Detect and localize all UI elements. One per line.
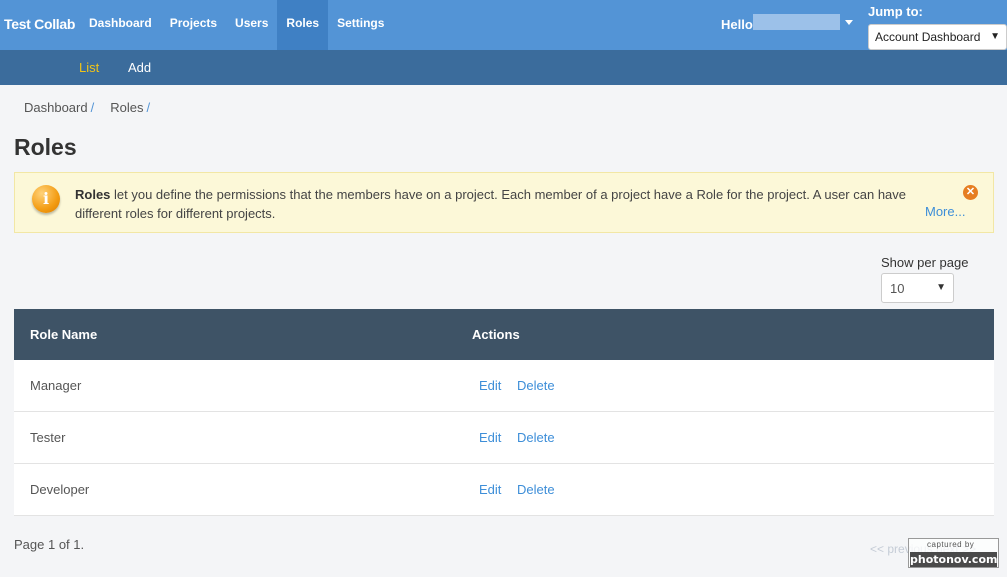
- breadcrumb-separator: /: [146, 100, 151, 115]
- table-row: Tester Edit Delete: [14, 412, 994, 464]
- nav-settings[interactable]: Settings: [328, 0, 393, 50]
- per-page-value: 10: [890, 281, 905, 296]
- jump-to-selected-value: Account Dashboard: [875, 30, 981, 44]
- subnav-add[interactable]: Add: [128, 60, 151, 75]
- role-name-cell: Developer: [30, 482, 90, 497]
- select-arrow-icon: ▼: [936, 282, 946, 293]
- sub-navigation-bar: List Add: [0, 50, 1007, 85]
- nav-roles[interactable]: Roles: [277, 0, 329, 50]
- delete-link[interactable]: Delete: [517, 378, 555, 393]
- edit-link[interactable]: Edit: [479, 430, 501, 445]
- breadcrumb-separator: /: [90, 100, 95, 115]
- breadcrumb-dashboard[interactable]: Dashboard: [24, 100, 88, 115]
- per-page-label: Show per page: [881, 255, 969, 270]
- table-row: Developer Edit Delete: [14, 464, 994, 516]
- table-row: Manager Edit Delete: [14, 360, 994, 412]
- delete-link[interactable]: Delete: [517, 430, 555, 445]
- info-icon: i: [32, 185, 60, 213]
- delete-link[interactable]: Delete: [517, 482, 555, 497]
- notice-bold: Roles: [75, 187, 111, 202]
- watermark-logo: captured by photonov.com: [908, 538, 999, 568]
- user-greeting[interactable]: Hello: [721, 17, 753, 32]
- role-name-cell: Tester: [30, 430, 66, 445]
- watermark-bottom-text: photonov.com: [910, 552, 998, 567]
- nav-projects[interactable]: Projects: [161, 0, 226, 50]
- page-title: Roles: [14, 134, 77, 160]
- notice-more-link[interactable]: More...: [925, 204, 965, 219]
- role-name-cell: Manager: [30, 378, 82, 393]
- redacted-username[interactable]: [753, 14, 840, 30]
- per-page-select[interactable]: 10 ▼: [881, 273, 954, 303]
- jump-to-select[interactable]: Account Dashboard ▼: [868, 24, 1007, 50]
- roles-table: Role Name Actions Manager Edit Delete Te…: [14, 309, 994, 516]
- edit-link[interactable]: Edit: [479, 378, 501, 393]
- main-nav: Dashboard Projects Users Roles Settings: [80, 0, 393, 50]
- top-navigation-bar: Test Collab Dashboard Projects Users Rol…: [0, 0, 1007, 50]
- breadcrumb: Dashboard / Roles /: [24, 100, 166, 115]
- jump-to-label: Jump to:: [868, 4, 923, 19]
- select-arrow-icon: ▼: [990, 31, 1000, 42]
- nav-dashboard[interactable]: Dashboard: [80, 0, 161, 50]
- notice-text: Roles let you define the permissions tha…: [75, 185, 955, 223]
- breadcrumb-roles[interactable]: Roles: [110, 100, 143, 115]
- subnav-list[interactable]: List: [79, 60, 99, 75]
- user-menu-chevron-down-icon[interactable]: [845, 20, 853, 25]
- info-notice: i Roles let you define the permissions t…: [14, 172, 994, 233]
- notice-body: let you define the permissions that the …: [75, 187, 907, 221]
- close-icon[interactable]: ✕: [963, 185, 978, 200]
- column-header-actions: Actions: [472, 327, 520, 342]
- pagination-info: Page 1 of 1.: [14, 537, 85, 552]
- table-header: Role Name Actions: [14, 309, 994, 360]
- watermark-top-text: captured by: [927, 540, 975, 549]
- edit-link[interactable]: Edit: [479, 482, 501, 497]
- nav-users[interactable]: Users: [226, 0, 277, 50]
- brand-logo[interactable]: Test Collab: [4, 16, 75, 32]
- column-header-role-name[interactable]: Role Name: [30, 327, 97, 342]
